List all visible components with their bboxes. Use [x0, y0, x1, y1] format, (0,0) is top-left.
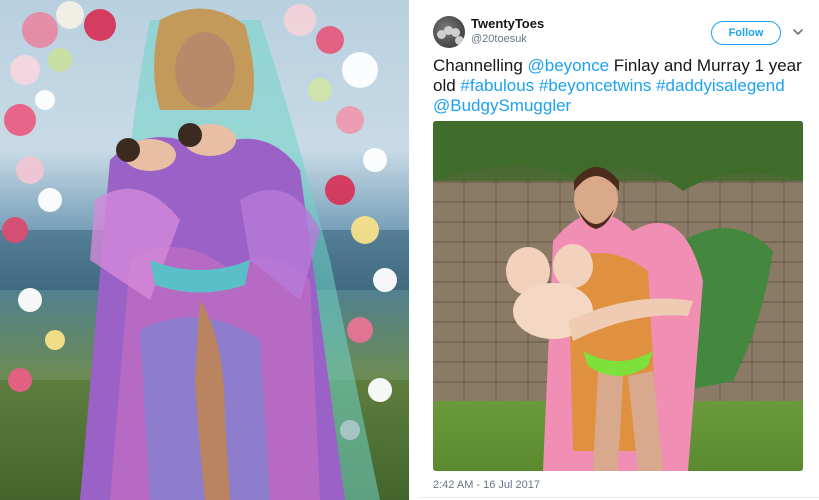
floral-arch-illustration: [2, 1, 397, 500]
tweet-timestamp[interactable]: 2:42 AM - 16 Jul 2017: [433, 479, 540, 491]
follow-button[interactable]: Follow: [711, 21, 781, 45]
tweet-photo[interactable]: [433, 121, 803, 471]
hashtag-link-fabulous[interactable]: #fabulous: [460, 76, 534, 95]
man-holding-twins-illustration: [433, 121, 803, 471]
display-name[interactable]: TwentyToes: [471, 16, 544, 31]
tweet-text: Channelling @beyonce Finlay and Murray 1…: [433, 56, 803, 116]
mention-link-beyonce[interactable]: @beyonce: [528, 56, 610, 75]
mention-link-budgysmuggler[interactable]: @BudgySmuggler: [433, 96, 571, 115]
user-handle[interactable]: @20toesuk: [471, 33, 527, 45]
feet-avatar-icon[interactable]: [433, 16, 465, 48]
chevron-down-icon[interactable]: [791, 25, 805, 39]
tweet-card: TwentyToes @20toesuk Follow Channelling …: [419, 0, 819, 500]
tweet-text-part: Channelling: [433, 56, 528, 75]
left-photo: [0, 0, 409, 500]
hashtag-link-beyoncetwins[interactable]: #beyoncetwins: [539, 76, 651, 95]
divider: [419, 497, 819, 498]
hashtag-link-daddyisalegend[interactable]: #daddyisalegend: [656, 76, 785, 95]
